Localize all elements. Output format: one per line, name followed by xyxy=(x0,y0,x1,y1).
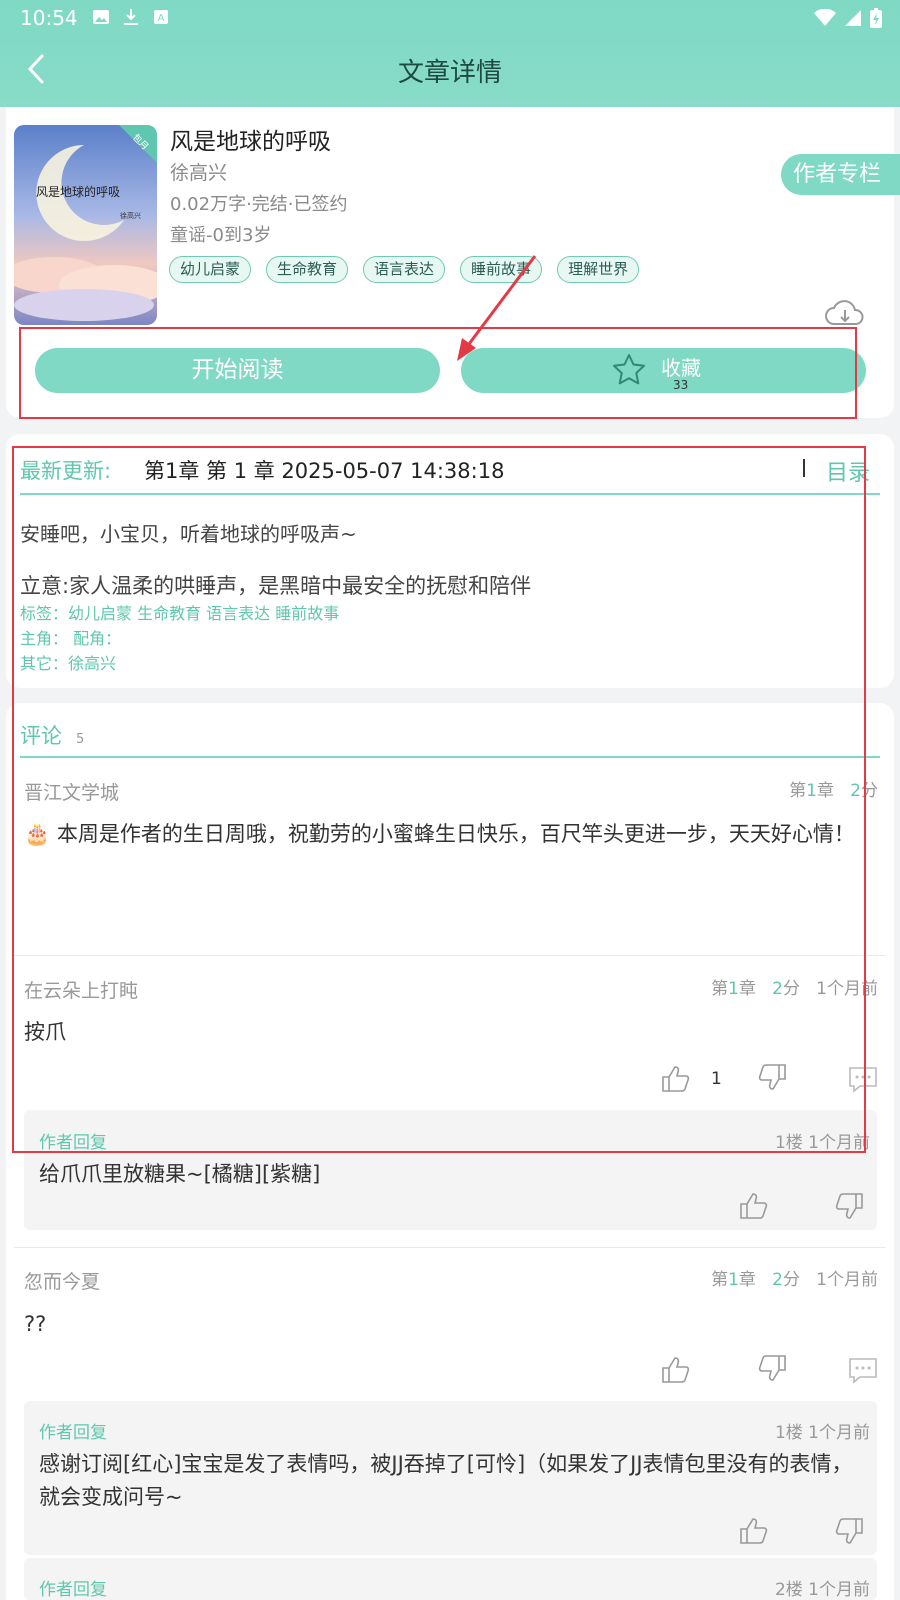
book-tags: 幼儿启蒙 生命教育 语言表达 睡前故事 理解世界 xyxy=(169,256,640,283)
thumbs-up-icon[interactable] xyxy=(739,1192,769,1220)
reply-text: 感谢订阅[红心]宝宝是发了表情吗，被JJ吞掉了[可怜]（如果发了JJ表情包里没有… xyxy=(39,1452,853,1509)
tag-chip[interactable]: 幼儿启蒙 xyxy=(169,256,252,283)
reply-meta: 1楼 1个月前 xyxy=(774,1423,870,1443)
tag-chip[interactable]: 生命教育 xyxy=(266,256,349,283)
annotation-box-content xyxy=(12,446,866,1153)
status-bar: 10:54 A xyxy=(0,0,900,36)
thumbs-up-icon[interactable] xyxy=(661,1356,691,1384)
author-reply-label: 作者回复 xyxy=(39,1580,107,1600)
tag-chip[interactable]: 语言表达 xyxy=(363,256,446,283)
image-icon xyxy=(93,10,109,24)
comment-text: ?? xyxy=(24,1312,47,1336)
comment-user[interactable]: 忽而今夏 xyxy=(24,1267,100,1294)
thumbs-down-icon[interactable] xyxy=(834,1517,864,1545)
comment-divider xyxy=(14,1247,886,1248)
keyboard-a-icon: A xyxy=(154,10,168,24)
cover-title: 风是地球的呼吸 xyxy=(36,185,121,199)
book-cover[interactable]: 风是地球的呼吸 徐高兴 包月 xyxy=(14,125,157,325)
cover-author: 徐高兴 xyxy=(120,212,141,220)
author-column-button[interactable]: 作者专栏 xyxy=(781,154,900,195)
app-header: 10:54 A 文章详情 xyxy=(0,0,900,107)
status-time: 10:54 xyxy=(20,6,78,30)
cloud-download-icon[interactable] xyxy=(824,298,866,330)
book-meta: 0.02万字·完结·已签约 xyxy=(170,194,348,215)
author-reply-box xyxy=(24,1558,877,1600)
battery-icon xyxy=(870,8,882,28)
page-title: 文章详情 xyxy=(397,58,502,88)
author-reply-label: 作者回复 xyxy=(39,1423,107,1443)
comment-meta: 第1章 2分 1个月前 xyxy=(711,1270,878,1290)
notification-icons: A xyxy=(92,8,170,26)
tag-chip[interactable]: 睡前故事 xyxy=(460,256,543,283)
system-icons xyxy=(814,8,882,28)
cover-art xyxy=(14,125,157,325)
reply-meta: 2楼 1个月前 xyxy=(774,1580,870,1600)
book-genre: 童谣-0到3岁 xyxy=(170,225,272,246)
tag-chip[interactable]: 理解世界 xyxy=(557,256,640,283)
thumbs-down-icon[interactable] xyxy=(834,1192,864,1220)
thumbs-up-icon[interactable] xyxy=(739,1517,769,1545)
book-author[interactable]: 徐高兴 xyxy=(170,158,227,185)
svg-text:A: A xyxy=(158,13,165,24)
reply-text: 给爪爪里放糖果~[橘糖][紫糖] xyxy=(39,1162,321,1186)
annotation-box-actions xyxy=(19,327,857,419)
signal-icon xyxy=(845,10,861,26)
download-status-icon xyxy=(124,9,138,25)
comment-icon[interactable] xyxy=(848,1356,878,1384)
book-title: 风是地球的呼吸 xyxy=(170,129,331,155)
thumbs-down-icon[interactable] xyxy=(757,1354,787,1382)
wifi-icon xyxy=(814,9,836,26)
